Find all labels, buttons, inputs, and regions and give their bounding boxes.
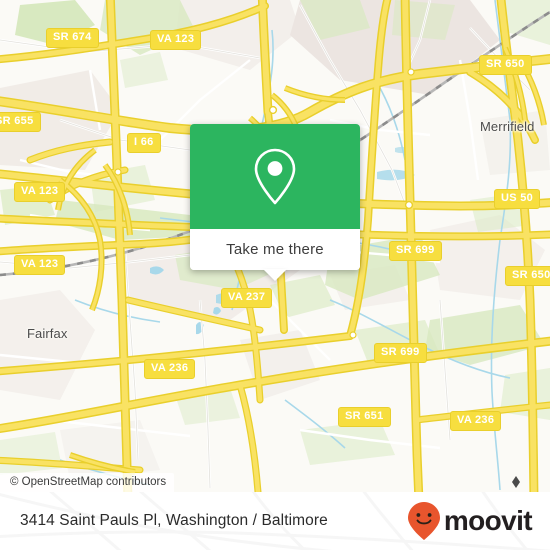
map-canvas[interactable]: Merrifield Fairfax SR 674 VA 123 SR 650 … [0,0,550,492]
road-shield-sr-699-n: SR 699 [389,241,442,261]
map-attribution[interactable]: © OpenStreetMap contributors [0,473,175,492]
road-shield-sr-651: SR 651 [338,407,391,427]
moovit-map-screenshot: Merrifield Fairfax SR 674 VA 123 SR 650 … [0,0,550,550]
road-shield-sr-650-s: SR 650 [505,266,550,286]
location-address: 3414 Saint Pauls Pl, Washington / Baltim… [20,512,328,529]
road-shield-sr-674: SR 674 [46,28,99,48]
road-shield-sr-655: SR 655 [0,112,41,132]
location-popup-card[interactable]: Take me there [190,124,360,281]
road-shield-sr-650-n: SR 650 [479,55,532,75]
popup-tail-pointer [263,269,287,281]
moovit-pin-smiley-icon [407,502,440,540]
take-me-there-button[interactable]: Take me there [226,241,324,258]
road-shield-sr-699-s: SR 699 [374,343,427,363]
road-shield-va-123-n: VA 123 [150,30,202,50]
road-shield-us-50: US 50 [494,189,541,209]
popup-action-area[interactable]: Take me there [190,229,360,281]
popup-icon-area [190,124,360,229]
footer-bar: 3414 Saint Pauls Pl, Washington / Baltim… [0,492,550,550]
road-shield-va-236-w: VA 236 [144,359,196,379]
road-shield-va-123-w: VA 123 [14,182,66,202]
map-pin-icon [254,148,296,204]
moovit-logo[interactable]: moovit [407,501,533,541]
road-shield-va-236-e: VA 236 [450,411,502,431]
moovit-wordmark: moovit [443,505,533,536]
road-shield-va-123-s: VA 123 [14,255,66,275]
road-shield-i-66: I 66 [127,133,161,153]
road-shield-va-237: VA 237 [221,288,273,308]
